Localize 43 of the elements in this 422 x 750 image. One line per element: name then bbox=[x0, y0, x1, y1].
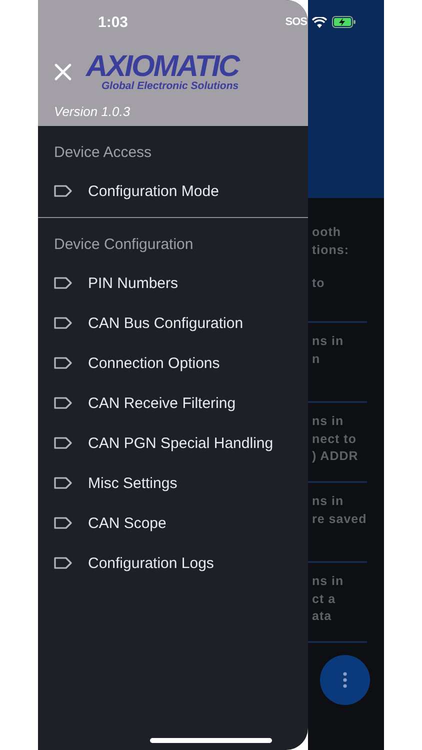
card-text: tions: bbox=[312, 242, 350, 258]
menu-item[interactable]: Configuration Logs bbox=[38, 543, 308, 583]
version-label: Version 1.0.3 bbox=[54, 104, 132, 118]
menu-item[interactable]: CAN PGN Special Handling bbox=[38, 423, 308, 463]
card-text: n bbox=[312, 350, 322, 368]
card-text: ata bbox=[312, 608, 333, 625]
company-logo: AXIOMATIC Global Electronic Solutions bbox=[86, 52, 239, 92]
tag-icon bbox=[54, 397, 72, 409]
menu-item[interactable]: CAN Scope bbox=[38, 503, 308, 543]
tag-icon bbox=[54, 357, 72, 369]
tag-icon bbox=[54, 185, 72, 197]
home-indicator[interactable] bbox=[150, 738, 272, 743]
menu-item[interactable]: CAN Receive Filtering bbox=[38, 383, 308, 423]
card-text: ns in bbox=[312, 573, 345, 590]
tag-icon bbox=[54, 277, 72, 289]
tag-icon bbox=[54, 317, 72, 329]
menu-item[interactable]: Connection Options bbox=[38, 343, 308, 383]
tag-icon bbox=[54, 437, 72, 449]
card-text: ns in bbox=[312, 333, 345, 350]
section-heading: Device Configuration bbox=[53, 235, 194, 255]
menu-item[interactable]: PIN Numbers bbox=[38, 263, 308, 303]
card-text: ct a bbox=[312, 590, 337, 608]
tag-icon bbox=[54, 517, 72, 529]
battery-charging-icon bbox=[332, 16, 356, 28]
card-text: ooth bbox=[312, 224, 342, 241]
tag-icon bbox=[54, 477, 72, 489]
more-icon bbox=[343, 672, 347, 688]
section-heading: Device Access bbox=[53, 143, 153, 163]
more-button[interactable] bbox=[320, 655, 370, 705]
card-text: re saved bbox=[312, 510, 367, 528]
menu-item[interactable]: Configuration Mode bbox=[38, 171, 308, 211]
close-icon[interactable] bbox=[54, 62, 72, 81]
card-text: ) ADDR bbox=[312, 448, 360, 465]
carrier-label: SOS bbox=[285, 16, 307, 28]
card-text: nect to bbox=[312, 430, 358, 448]
card-text: ns in bbox=[312, 493, 345, 510]
status-time: 1:03 bbox=[98, 14, 128, 30]
wifi-icon bbox=[312, 16, 327, 28]
menu-item[interactable]: Misc Settings bbox=[38, 463, 308, 503]
menu-item[interactable]: CAN Bus Configuration bbox=[38, 303, 308, 343]
tag-icon bbox=[54, 557, 72, 569]
card-text: to bbox=[312, 275, 326, 292]
card-text: ns in bbox=[312, 413, 345, 430]
